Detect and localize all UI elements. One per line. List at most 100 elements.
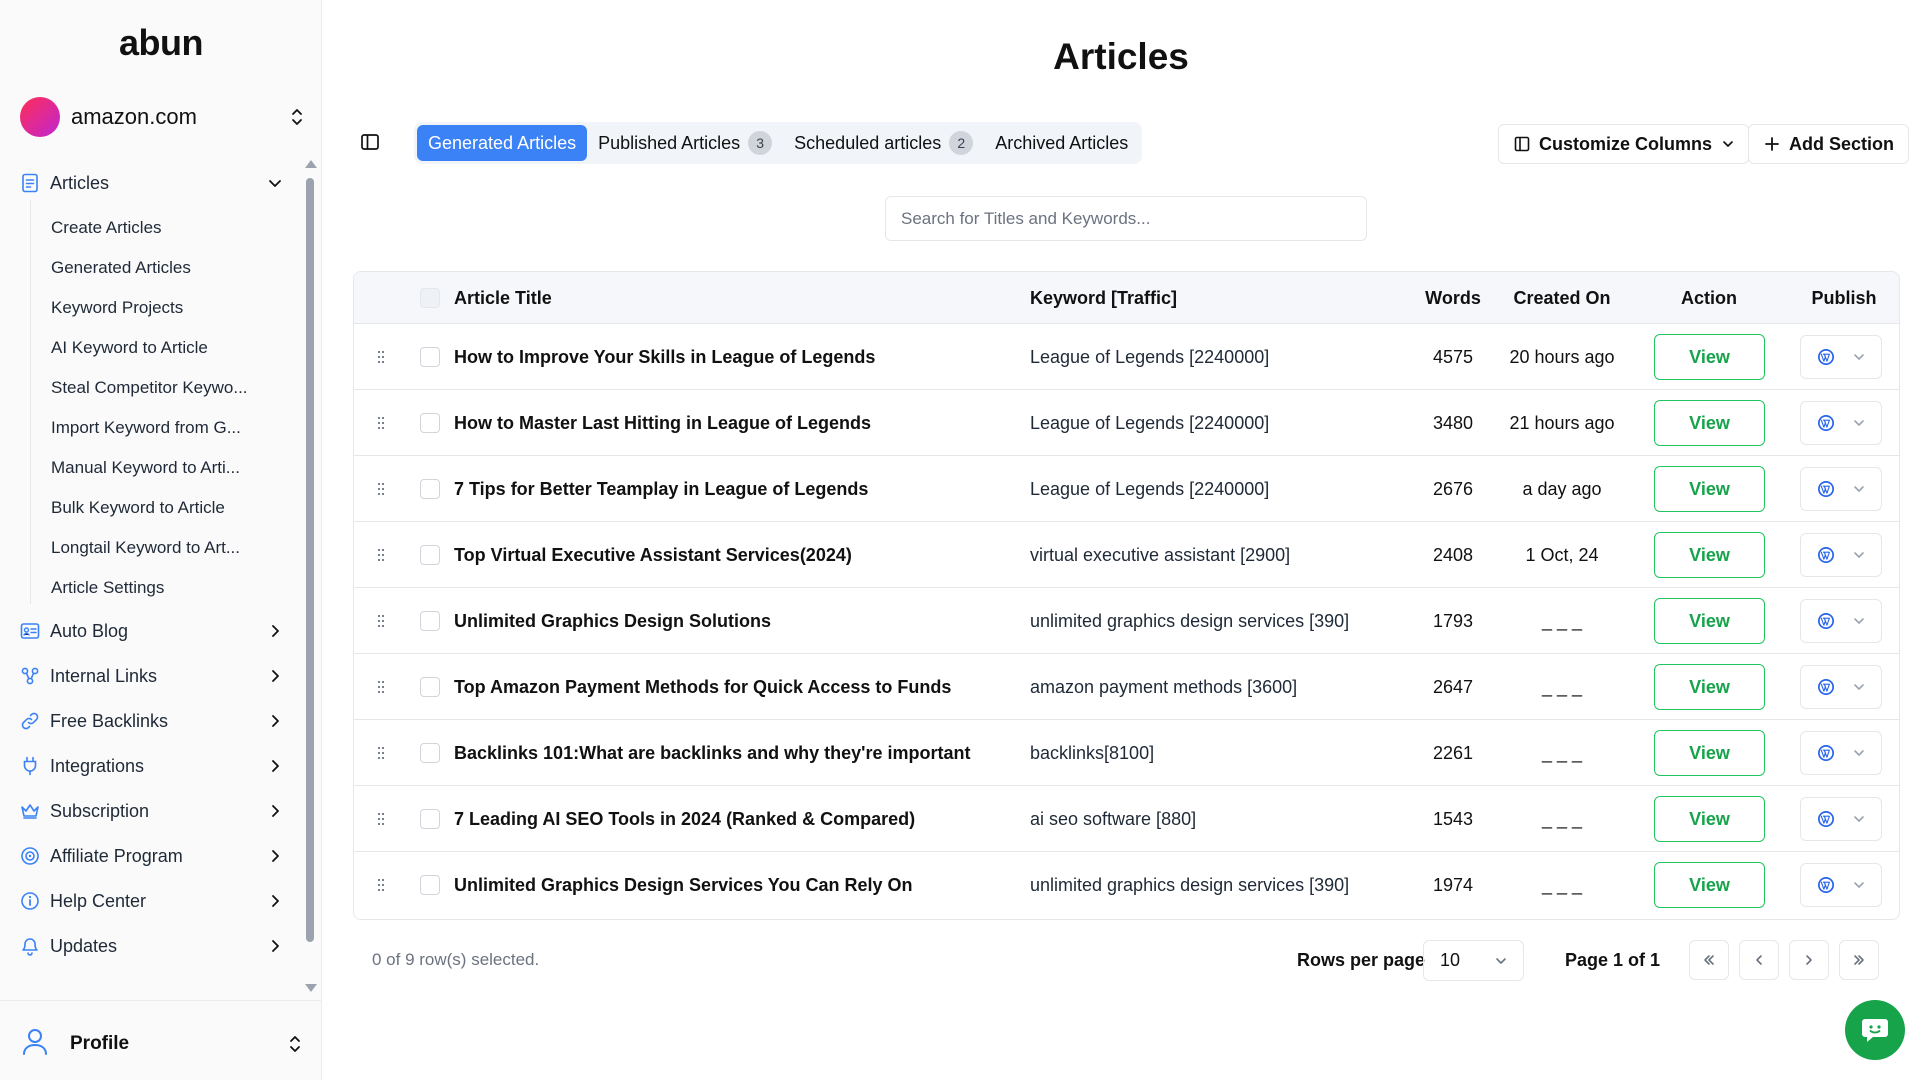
table-row[interactable]: Top Amazon Payment Methods for Quick Acc… bbox=[354, 654, 1899, 720]
row-checkbox[interactable] bbox=[420, 347, 440, 367]
tab-published-articles[interactable]: Published Articles 3 bbox=[587, 125, 783, 161]
sidebar-subitem-generated-articles[interactable]: Generated Articles bbox=[51, 252, 271, 284]
grip-vertical-icon[interactable] bbox=[374, 347, 388, 367]
sidebar-subitem-create-articles[interactable]: Create Articles bbox=[51, 212, 271, 244]
sidebar-item-help-center[interactable]: Help Center bbox=[20, 884, 284, 918]
first-page-button[interactable] bbox=[1689, 940, 1729, 980]
brand-logo[interactable]: abun bbox=[0, 22, 322, 64]
view-button[interactable]: View bbox=[1654, 664, 1765, 710]
row-checkbox[interactable] bbox=[420, 875, 440, 895]
sidebar-subitem-manual-keyword[interactable]: Manual Keyword to Arti... bbox=[51, 452, 271, 484]
tab-archived-articles[interactable]: Archived Articles bbox=[984, 125, 1139, 161]
table-row[interactable]: Unlimited Graphics Design Solutions unli… bbox=[354, 588, 1899, 654]
view-button[interactable]: View bbox=[1654, 730, 1765, 776]
header-created-on[interactable]: Created On bbox=[1502, 272, 1622, 324]
table-row[interactable]: 7 Tips for Better Teamplay in League of … bbox=[354, 456, 1899, 522]
publish-dropdown[interactable] bbox=[1800, 863, 1882, 907]
scrollbar-thumb[interactable] bbox=[306, 178, 314, 942]
sidebar-item-articles[interactable]: Articles bbox=[20, 166, 284, 200]
header-keyword[interactable]: Keyword [Traffic] bbox=[1030, 272, 1177, 324]
customize-columns-button[interactable]: Customize Columns bbox=[1498, 124, 1750, 164]
previous-page-button[interactable] bbox=[1739, 940, 1779, 980]
grip-vertical-icon[interactable] bbox=[374, 875, 388, 895]
grip-vertical-icon[interactable] bbox=[374, 611, 388, 631]
article-title[interactable]: Unlimited Graphics Design Solutions bbox=[454, 588, 771, 654]
publish-dropdown[interactable] bbox=[1800, 335, 1882, 379]
article-title[interactable]: Top Virtual Executive Assistant Services… bbox=[454, 522, 852, 588]
view-button[interactable]: View bbox=[1654, 862, 1765, 908]
grip-vertical-icon[interactable] bbox=[374, 545, 388, 565]
sidebar-scrollbar[interactable] bbox=[304, 160, 317, 992]
article-title[interactable]: 7 Leading AI SEO Tools in 2024 (Ranked &… bbox=[454, 786, 915, 852]
row-checkbox[interactable] bbox=[420, 413, 440, 433]
sidebar-subitem-longtail-keyword[interactable]: Longtail Keyword to Art... bbox=[51, 532, 271, 564]
publish-dropdown[interactable] bbox=[1800, 665, 1882, 709]
article-title[interactable]: Top Amazon Payment Methods for Quick Acc… bbox=[454, 654, 951, 720]
article-title[interactable]: 7 Tips for Better Teamplay in League of … bbox=[454, 456, 868, 522]
sidebar-item-free-backlinks[interactable]: Free Backlinks bbox=[20, 704, 284, 738]
sidebar-subitem-keyword-projects[interactable]: Keyword Projects bbox=[51, 292, 271, 324]
sidebar-item-auto-blog[interactable]: Auto Blog bbox=[20, 614, 284, 648]
header-article-title[interactable]: Article Title bbox=[454, 272, 552, 324]
select-all-checkbox[interactable] bbox=[420, 288, 440, 308]
view-button[interactable]: View bbox=[1654, 400, 1765, 446]
next-page-button[interactable] bbox=[1789, 940, 1829, 980]
toggle-sidebar-button[interactable] bbox=[356, 130, 384, 158]
site-switcher[interactable]: amazon.com bbox=[20, 96, 306, 138]
scroll-down-arrow-icon[interactable] bbox=[305, 984, 317, 992]
publish-dropdown[interactable] bbox=[1800, 533, 1882, 577]
table-row[interactable]: How to Improve Your Skills in League of … bbox=[354, 324, 1899, 390]
article-title[interactable]: Unlimited Graphics Design Services You C… bbox=[454, 852, 912, 918]
rows-per-page-select[interactable]: 10 bbox=[1423, 940, 1524, 981]
header-words[interactable]: Words bbox=[1414, 272, 1492, 324]
table-row[interactable]: Unlimited Graphics Design Services You C… bbox=[354, 852, 1899, 918]
row-checkbox[interactable] bbox=[420, 809, 440, 829]
grip-vertical-icon[interactable] bbox=[374, 809, 388, 829]
table-row[interactable]: Backlinks 101:What are backlinks and why… bbox=[354, 720, 1899, 786]
sidebar-item-internal-links[interactable]: Internal Links bbox=[20, 659, 284, 693]
add-section-button[interactable]: Add Section bbox=[1748, 124, 1910, 164]
last-page-button[interactable] bbox=[1839, 940, 1879, 980]
table-row[interactable]: How to Master Last Hitting in League of … bbox=[354, 390, 1899, 456]
publish-dropdown[interactable] bbox=[1800, 731, 1882, 775]
grip-vertical-icon[interactable] bbox=[374, 479, 388, 499]
grip-vertical-icon[interactable] bbox=[374, 743, 388, 763]
article-title[interactable]: How to Master Last Hitting in League of … bbox=[454, 390, 871, 456]
grip-vertical-icon[interactable] bbox=[374, 677, 388, 697]
sidebar-subitem-steal-competitor-keywords[interactable]: Steal Competitor Keywo... bbox=[51, 372, 271, 404]
publish-dropdown[interactable] bbox=[1800, 467, 1882, 511]
view-button[interactable]: View bbox=[1654, 796, 1765, 842]
row-checkbox[interactable] bbox=[420, 611, 440, 631]
publish-dropdown[interactable] bbox=[1800, 599, 1882, 643]
sidebar-subitem-ai-keyword-to-article[interactable]: AI Keyword to Article bbox=[51, 332, 271, 364]
sidebar-subitem-import-keyword[interactable]: Import Keyword from G... bbox=[51, 412, 271, 444]
row-checkbox[interactable] bbox=[420, 677, 440, 697]
tab-generated-articles[interactable]: Generated Articles bbox=[417, 125, 588, 161]
article-title[interactable]: How to Improve Your Skills in League of … bbox=[454, 324, 875, 390]
chevron-right-icon bbox=[266, 847, 284, 865]
sidebar-subitem-article-settings[interactable]: Article Settings bbox=[51, 572, 271, 604]
scroll-up-arrow-icon[interactable] bbox=[305, 160, 317, 168]
view-button[interactable]: View bbox=[1654, 466, 1765, 512]
search-input[interactable] bbox=[885, 196, 1367, 241]
publish-dropdown[interactable] bbox=[1800, 401, 1882, 445]
sidebar-subitem-bulk-keyword[interactable]: Bulk Keyword to Article bbox=[51, 492, 271, 524]
grip-vertical-icon[interactable] bbox=[374, 413, 388, 433]
sidebar-item-updates[interactable]: Updates bbox=[20, 929, 284, 963]
row-checkbox[interactable] bbox=[420, 743, 440, 763]
row-checkbox[interactable] bbox=[420, 479, 440, 499]
view-button[interactable]: View bbox=[1654, 334, 1765, 380]
publish-dropdown[interactable] bbox=[1800, 797, 1882, 841]
table-row[interactable]: 7 Leading AI SEO Tools in 2024 (Ranked &… bbox=[354, 786, 1899, 852]
live-chat-button[interactable] bbox=[1845, 1000, 1905, 1060]
sidebar-item-affiliate-program[interactable]: Affiliate Program bbox=[20, 839, 284, 873]
view-button[interactable]: View bbox=[1654, 532, 1765, 578]
row-checkbox[interactable] bbox=[420, 545, 440, 565]
tab-scheduled-articles[interactable]: Scheduled articles 2 bbox=[783, 125, 984, 161]
view-button[interactable]: View bbox=[1654, 598, 1765, 644]
article-title[interactable]: Backlinks 101:What are backlinks and why… bbox=[454, 720, 970, 786]
sidebar-item-subscription[interactable]: Subscription bbox=[20, 794, 284, 828]
profile-menu[interactable]: Profile bbox=[22, 1026, 304, 1062]
table-row[interactable]: Top Virtual Executive Assistant Services… bbox=[354, 522, 1899, 588]
sidebar-item-integrations[interactable]: Integrations bbox=[20, 749, 284, 783]
